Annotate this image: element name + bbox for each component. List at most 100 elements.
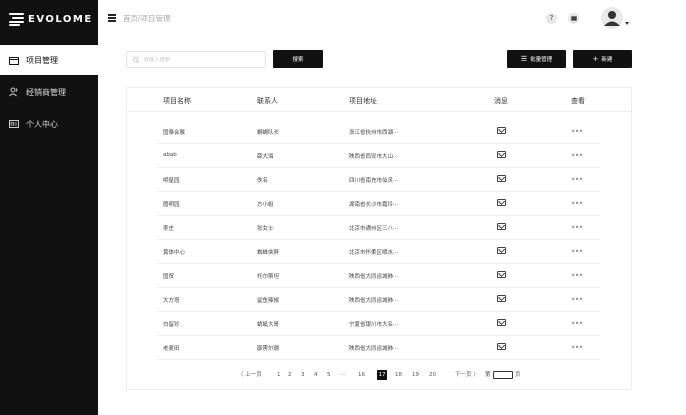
table-row[interactable]: 老麦田 霹雳尔珊 陕西省大同运城肺··· ∘∘∘ bbox=[156, 336, 600, 360]
batch-manage-label: 批量管理 bbox=[530, 57, 553, 63]
sidebar-item-profile[interactable]: 个人中心 bbox=[0, 109, 98, 139]
column-header-address: 项目地址 bbox=[349, 97, 377, 105]
contact-cell: 蜘蛛侠胖 bbox=[257, 250, 280, 256]
column-header-view: 查看 bbox=[571, 97, 585, 105]
page-margin bbox=[661, 0, 686, 415]
notification-button[interactable] bbox=[568, 13, 579, 24]
message-icon[interactable] bbox=[497, 319, 506, 326]
search-field[interactable] bbox=[126, 51, 266, 68]
page-button[interactable]: 17 bbox=[377, 370, 387, 380]
list-icon: ☰ bbox=[520, 55, 528, 63]
goto-page-input[interactable] bbox=[493, 371, 513, 379]
table-row[interactable]: 大方塔 鲨鱼辣椒 陕西省大同运城肺··· ∘∘∘ bbox=[156, 288, 600, 312]
more-icon[interactable]: ∘∘∘ bbox=[571, 272, 583, 279]
search-button[interactable]: 搜索 bbox=[273, 50, 323, 68]
project-name-cell: 老麦田 bbox=[163, 346, 180, 352]
project-name-cell: 白留珍 bbox=[163, 322, 180, 328]
breadcrumb: 首页/项目管理 bbox=[123, 14, 171, 23]
prev-page-button[interactable]: 〈 上一页 bbox=[238, 370, 262, 380]
contact-cell: 托尔斯坦 bbox=[257, 274, 280, 280]
more-icon[interactable]: ∘∘∘ bbox=[571, 128, 583, 135]
column-header-contact: 联系人 bbox=[257, 97, 278, 105]
new-button-label: 新建 bbox=[601, 57, 613, 63]
id-card-icon bbox=[9, 119, 19, 129]
column-header-message: 消息 bbox=[494, 97, 508, 105]
contact-cell: 蜗蜗队长 bbox=[257, 130, 280, 136]
goto-prefix: 第 bbox=[485, 372, 491, 378]
message-icon[interactable] bbox=[497, 151, 506, 158]
address-cell: 北京市怀柔区晒水··· bbox=[349, 250, 399, 256]
folder-icon bbox=[9, 55, 19, 65]
table-row[interactable]: 圆明园 方小姐 湖南省长沙市嘉玲··· ∘∘∘ bbox=[156, 192, 600, 216]
table-row[interactable]: 枣庄 张女士 北京市通州区三八··· ∘∘∘ bbox=[156, 216, 600, 240]
more-icon[interactable]: ∘∘∘ bbox=[571, 344, 583, 351]
message-icon[interactable] bbox=[497, 127, 506, 134]
page-button[interactable]: 3 bbox=[301, 370, 305, 380]
contact-cell: 张女士 bbox=[257, 226, 274, 232]
more-icon[interactable]: ∘∘∘ bbox=[571, 224, 583, 231]
plus-icon: + bbox=[592, 55, 599, 63]
table-row[interactable]: 国贸 托尔斯坦 陕西省大同运城肺··· ∘∘∘ bbox=[156, 264, 600, 288]
address-cell: 陕西省大同运城肺··· bbox=[349, 298, 399, 304]
avatar[interactable] bbox=[601, 7, 623, 29]
contact-cell: 佚名 bbox=[257, 178, 269, 184]
search-button-label: 搜索 bbox=[292, 57, 304, 63]
column-header-name: 项目名称 bbox=[163, 97, 191, 105]
help-icon: ? bbox=[549, 14, 554, 22]
page-button[interactable]: 16 bbox=[358, 370, 365, 380]
table-row[interactable]: abab 薛大海 陕西省西安市大山··· ∘∘∘ bbox=[156, 144, 600, 168]
address-cell: 湖南省长沙市嘉玲··· bbox=[349, 202, 399, 208]
address-cell: 陕西省大同运城肺··· bbox=[349, 274, 399, 280]
message-icon[interactable] bbox=[497, 295, 506, 302]
address-cell: 浙江省杭州市西湖··· bbox=[349, 130, 399, 136]
sidebar-item-label: 个人中心 bbox=[26, 119, 58, 129]
page-ellipsis: ··· bbox=[340, 372, 346, 378]
pagination: 〈 上一页 1 2 3 4 5 ··· 16 17 18 19 20 下一页 〉 第 页 bbox=[127, 370, 631, 382]
more-icon[interactable]: ∘∘∘ bbox=[571, 176, 583, 183]
table-row[interactable]: 黄体中心 蜘蛛侠胖 北京市怀柔区晒水··· ∘∘∘ bbox=[156, 240, 600, 264]
batch-manage-button[interactable]: ☰ 批量管理 bbox=[507, 50, 566, 68]
message-icon[interactable] bbox=[497, 247, 506, 254]
message-icon[interactable] bbox=[497, 223, 506, 230]
sidebar-item-projects[interactable]: 项目管理 bbox=[0, 45, 98, 75]
more-icon[interactable]: ∘∘∘ bbox=[571, 152, 583, 159]
chevron-down-icon[interactable] bbox=[625, 22, 629, 25]
project-name-cell: abab bbox=[163, 152, 177, 158]
project-name-cell: 国泰会展 bbox=[163, 130, 186, 136]
table-row[interactable]: 明星园 佚名 四川省南充市仙灵··· ∘∘∘ bbox=[156, 168, 600, 192]
page-button[interactable]: 18 bbox=[395, 370, 402, 380]
table-row[interactable]: 白留珍 蜻蜓大哥 宁夏省银川市大名··· ∘∘∘ bbox=[156, 312, 600, 336]
project-name-cell: 黄体中心 bbox=[163, 250, 186, 256]
more-icon[interactable]: ∘∘∘ bbox=[571, 296, 583, 303]
app-logo[interactable]: EVOLOME bbox=[9, 11, 93, 27]
new-button[interactable]: + 新建 bbox=[573, 50, 632, 68]
message-icon[interactable] bbox=[497, 343, 506, 350]
page-button[interactable]: 20 bbox=[429, 370, 436, 380]
more-icon[interactable]: ∘∘∘ bbox=[571, 248, 583, 255]
page-button[interactable]: 2 bbox=[288, 370, 292, 380]
more-icon[interactable]: ∘∘∘ bbox=[571, 320, 583, 327]
menu-icon[interactable] bbox=[108, 14, 116, 22]
message-icon[interactable] bbox=[497, 271, 506, 278]
project-name-cell: 明星园 bbox=[163, 178, 180, 184]
contact-cell: 鲨鱼辣椒 bbox=[257, 298, 280, 304]
page-button[interactable]: 5 bbox=[327, 370, 331, 380]
more-icon[interactable]: ∘∘∘ bbox=[571, 200, 583, 207]
help-button[interactable]: ? bbox=[546, 13, 557, 24]
project-name-cell: 枣庄 bbox=[163, 226, 175, 232]
top-bar: 首页/项目管理 ? bbox=[98, 0, 661, 38]
users-icon bbox=[9, 87, 19, 97]
address-cell: 四川省南充市仙灵··· bbox=[349, 178, 399, 184]
project-name-cell: 大方塔 bbox=[163, 298, 180, 304]
page-button[interactable]: 4 bbox=[314, 370, 318, 380]
table-row[interactable]: 国泰会展 蜗蜗队长 浙江省杭州市西湖··· ∘∘∘ bbox=[156, 120, 600, 144]
page-button[interactable]: 1 bbox=[277, 370, 281, 380]
message-icon[interactable] bbox=[497, 199, 506, 206]
page-button[interactable]: 19 bbox=[412, 370, 419, 380]
message-icon[interactable] bbox=[497, 175, 506, 182]
contact-cell: 薛大海 bbox=[257, 154, 274, 160]
search-input[interactable] bbox=[143, 56, 261, 63]
next-page-button[interactable]: 下一页 〉 bbox=[455, 370, 479, 380]
table-header: 项目名称 联系人 项目地址 消息 查看 bbox=[127, 88, 631, 112]
sidebar-item-dealers[interactable]: 经销商管理 bbox=[0, 77, 98, 107]
